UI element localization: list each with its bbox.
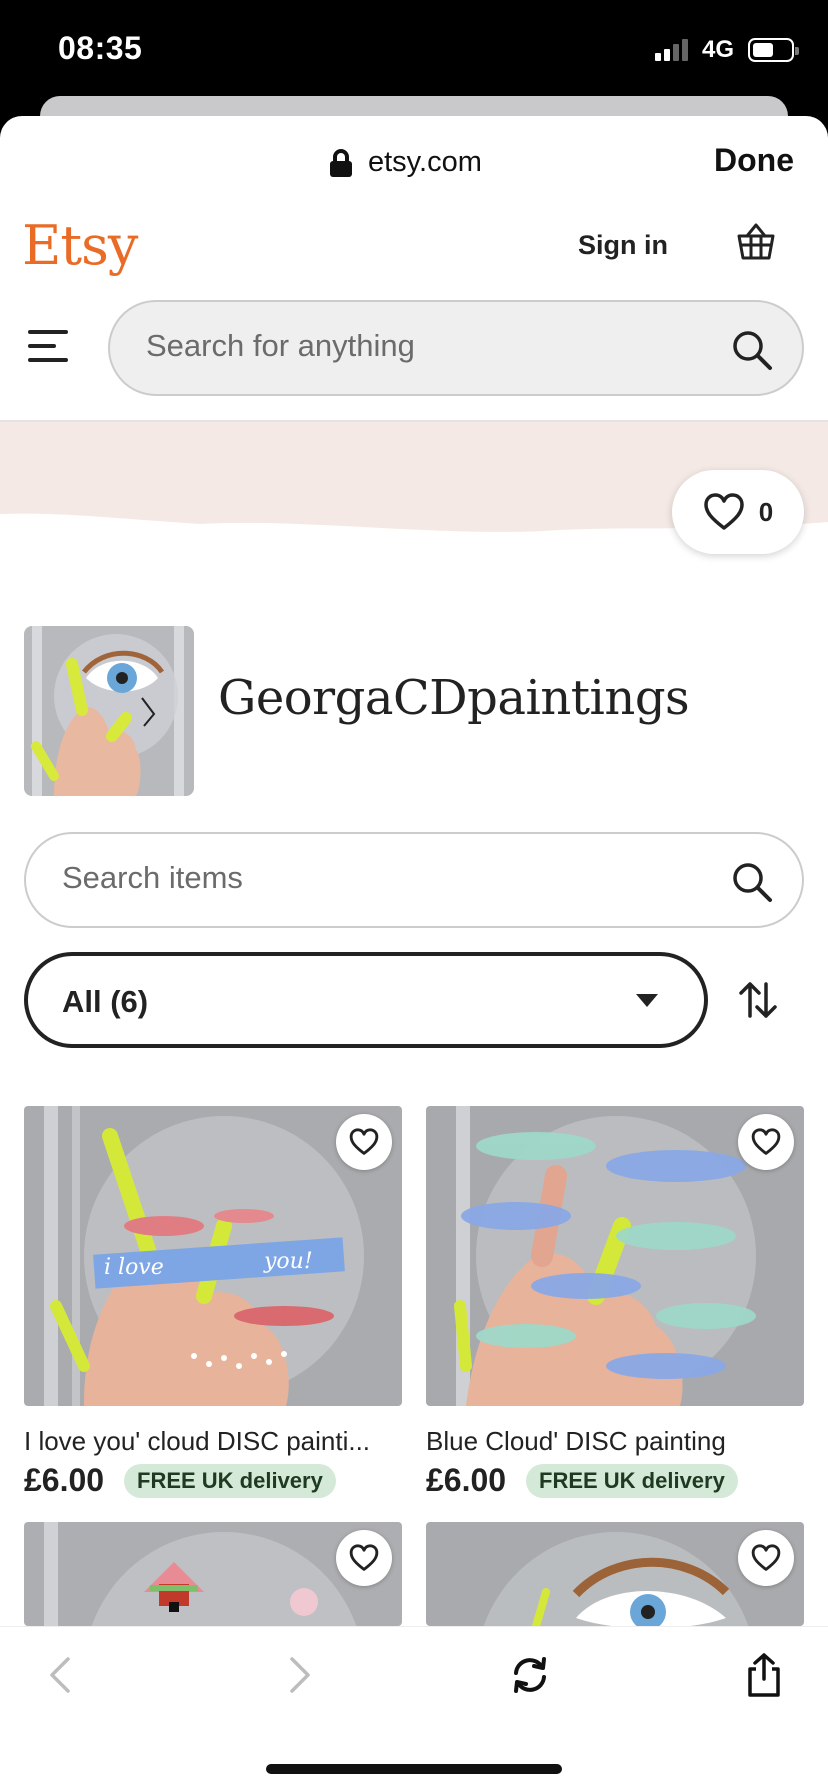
signal-icon: [654, 39, 688, 61]
done-button[interactable]: Done: [714, 142, 794, 179]
status-time: 08:35: [58, 30, 143, 66]
home-indicator[interactable]: [266, 1764, 562, 1774]
forward-icon[interactable]: [274, 1651, 322, 1699]
listing-title[interactable]: I love you' cloud DISC painti...: [24, 1426, 402, 1457]
free-delivery-badge: FREE UK delivery: [124, 1464, 336, 1498]
heart-icon: [349, 1128, 379, 1155]
heart-icon: [349, 1544, 379, 1571]
search-icon[interactable]: [730, 860, 774, 904]
menu-icon[interactable]: [28, 330, 68, 362]
listing-card[interactable]: [426, 1522, 804, 1626]
sort-icon[interactable]: [736, 978, 780, 1022]
favorite-listing-button[interactable]: [336, 1530, 392, 1586]
listing-card[interactable]: [24, 1522, 402, 1626]
status-indicators: 4G: [654, 36, 799, 64]
network-type: 4G: [701, 36, 734, 63]
filter-label: All (6): [62, 984, 149, 1019]
lock-icon: [330, 148, 352, 177]
search-input[interactable]: [146, 328, 666, 364]
site-search[interactable]: [108, 300, 804, 396]
listing-price: £6.00: [24, 1462, 105, 1498]
site-header: Etsy Sign in: [0, 206, 828, 290]
favorite-listing-button[interactable]: [738, 1114, 794, 1170]
url-bar: etsy.com Done: [0, 116, 828, 206]
search-row: [0, 300, 828, 400]
heart-icon: [751, 1544, 781, 1571]
shop-search-input[interactable]: [62, 860, 582, 896]
etsy-logo[interactable]: Etsy: [22, 214, 138, 277]
free-delivery-badge: FREE UK delivery: [526, 1464, 738, 1498]
heart-icon: [704, 493, 744, 530]
heart-icon: [751, 1128, 781, 1155]
svg-text:i love: i love: [104, 1255, 164, 1280]
favorite-shop-button[interactable]: 0: [672, 470, 804, 554]
status-bar: 08:35 4G: [0, 0, 828, 110]
shop-name[interactable]: GeorgaCDpaintings: [218, 670, 690, 726]
favorites-count: 0: [758, 496, 774, 527]
sign-in-button[interactable]: Sign in: [578, 230, 668, 261]
battery-icon: [748, 38, 799, 62]
section-filter-select[interactable]: All (6): [24, 952, 708, 1048]
shop-search[interactable]: [24, 832, 804, 928]
back-icon[interactable]: [38, 1651, 86, 1699]
reload-icon[interactable]: [506, 1651, 554, 1699]
listing-price: £6.00: [426, 1462, 507, 1498]
favorite-listing-button[interactable]: [738, 1530, 794, 1586]
search-icon[interactable]: [730, 328, 774, 372]
shop-header: GeorgaCDpaintings: [24, 626, 804, 796]
share-icon[interactable]: [740, 1651, 788, 1699]
browser-sheet: etsy.com Done Etsy Sign in Search for an…: [0, 116, 828, 1792]
shop-avatar[interactable]: [24, 626, 194, 796]
listing-card[interactable]: i love you! I love you' cloud DISC paint…: [24, 1106, 402, 1506]
favorite-listing-button[interactable]: [336, 1114, 392, 1170]
chevron-down-icon: [636, 994, 658, 1007]
listing-title[interactable]: Blue Cloud' DISC painting: [426, 1426, 804, 1457]
basket-icon[interactable]: [734, 220, 778, 264]
listing-card[interactable]: Blue Cloud' DISC painting £6.00 FREE UK …: [426, 1106, 804, 1506]
url-text: etsy.com: [368, 146, 482, 178]
svg-text:you!: you!: [263, 1249, 313, 1274]
url-display[interactable]: etsy.com: [330, 146, 482, 179]
